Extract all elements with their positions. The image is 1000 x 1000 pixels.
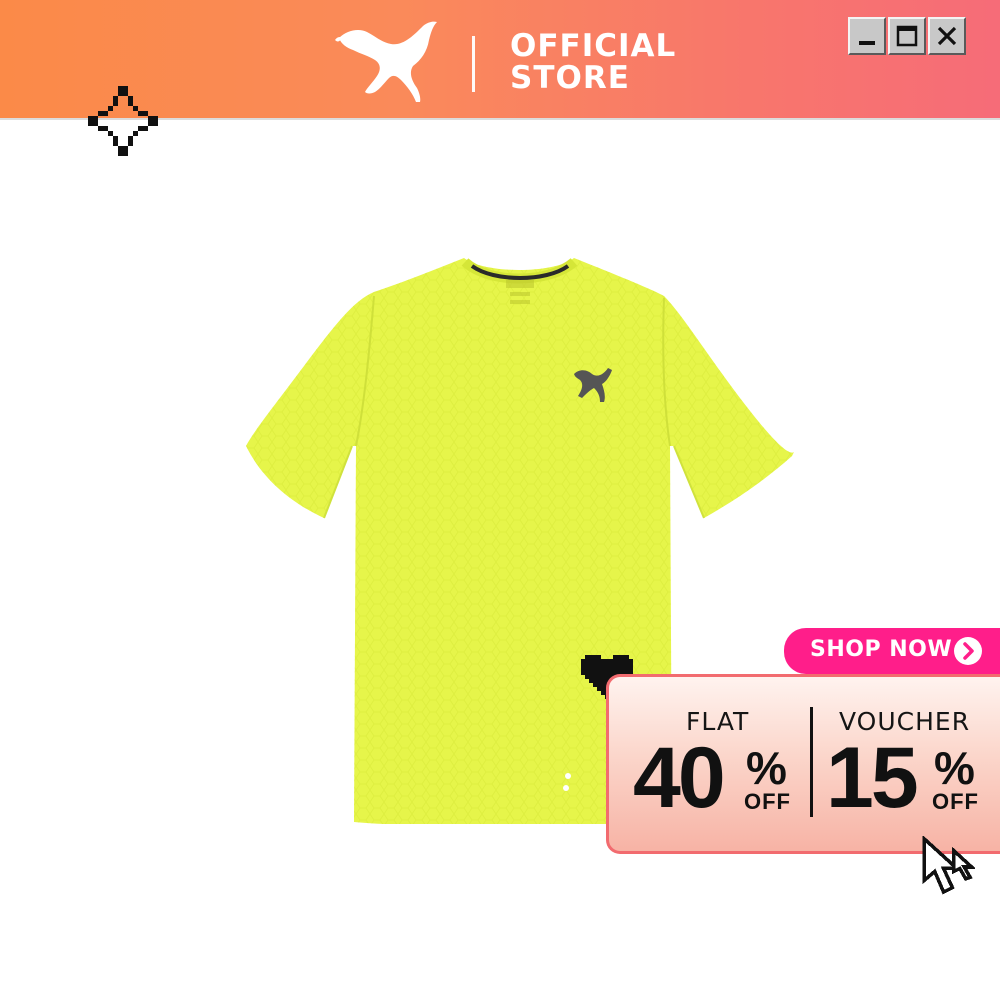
minimize-button[interactable] [848,17,886,55]
voucher-value: 15 [826,730,919,826]
flat-percent: % [746,742,787,794]
pixel-cursor-icon [922,836,975,895]
flat-value: 40 [633,730,726,826]
shop-now-label: SHOP NOW [810,637,953,662]
neck-label-icon [506,280,534,304]
close-icon [937,26,957,46]
brand-line-1: OFFICIAL [510,28,677,64]
minimize-icon [859,41,875,45]
shop-now-button[interactable]: SHOP NOW [784,628,1000,674]
brand-line-2: STORE [510,60,630,96]
voucher-off-label: OFF [932,789,979,814]
close-button[interactable] [928,17,966,55]
pixel-sparkle-icon [88,86,158,156]
chevron-right-icon [954,637,982,665]
promo-divider [810,707,813,817]
brand-title: OFFICIAL STORE [510,30,700,94]
maximize-icon [896,25,918,47]
voucher-percent: % [934,742,975,794]
promo-card[interactable]: FLAT 40 % OFF VOUCHER 15 % OFF [606,674,1000,854]
brand-divider [472,36,475,92]
window-controls [848,17,966,55]
puma-logo-icon [335,21,437,102]
maximize-button[interactable] [888,17,926,55]
flat-off-label: OFF [744,789,791,814]
